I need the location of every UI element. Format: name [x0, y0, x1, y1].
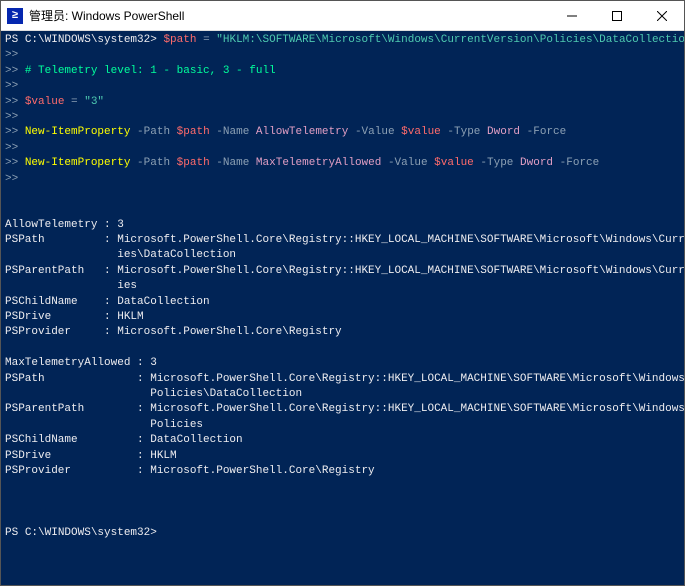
eq: =	[64, 96, 84, 108]
val-path: "HKLM:\SOFTWARE\Microsoft\Windows\Curren…	[216, 34, 684, 46]
param: -Type	[480, 157, 513, 169]
arg: $value	[434, 157, 474, 169]
arg: Dword	[520, 157, 553, 169]
cont-prompt: >>	[5, 49, 18, 61]
param: -Path	[137, 157, 170, 169]
arg: $value	[401, 126, 441, 138]
cont-prompt: >>	[5, 96, 18, 108]
var-value: $value	[25, 96, 65, 108]
minimize-button[interactable]	[549, 1, 594, 30]
output-line: PSParentPath : Microsoft.PowerShell.Core…	[5, 265, 684, 277]
param: -Force	[527, 126, 567, 138]
close-button[interactable]	[639, 1, 684, 30]
output-line: PSDrive : HKLM	[5, 450, 177, 462]
var-path: $path	[163, 34, 196, 46]
param: -Value	[388, 157, 428, 169]
output-line: PSDrive : HKLM	[5, 311, 144, 323]
val-value: "3"	[84, 96, 104, 108]
arg: Dword	[487, 126, 520, 138]
cont-prompt: >>	[5, 111, 18, 123]
cont-prompt: >>	[5, 173, 18, 185]
arg: $path	[177, 157, 210, 169]
powershell-icon	[7, 8, 23, 24]
output-line: PSParentPath : Microsoft.PowerShell.Core…	[5, 403, 684, 415]
prompt-ps: PS	[5, 34, 18, 46]
cont-prompt: >>	[5, 157, 18, 169]
output-line: PSProvider : Microsoft.PowerShell.Core\R…	[5, 465, 375, 477]
window-title: 管理员: Windows PowerShell	[29, 7, 549, 24]
window-controls	[549, 1, 684, 30]
output-line: PSPath : Microsoft.PowerShell.Core\Regis…	[5, 234, 684, 246]
param: -Type	[447, 126, 480, 138]
prompt-path: C:\WINDOWS\system32	[25, 34, 150, 46]
arg: $path	[177, 126, 210, 138]
output-line: PSPath : Microsoft.PowerShell.Core\Regis…	[5, 373, 684, 385]
param: -Value	[355, 126, 395, 138]
arg: MaxTelemetryAllowed	[256, 157, 381, 169]
param: -Name	[216, 126, 249, 138]
output-line: ies	[5, 280, 137, 292]
titlebar[interactable]: 管理员: Windows PowerShell	[1, 1, 684, 31]
cmdlet: New-ItemProperty	[25, 126, 131, 138]
comment: # Telemetry level: 1 - basic, 3 - full	[25, 65, 276, 77]
output-line: Policies\DataCollection	[5, 388, 302, 400]
param: -Name	[216, 157, 249, 169]
arg: AllowTelemetry	[256, 126, 348, 138]
prompt-gt: >	[150, 527, 157, 539]
maximize-button[interactable]	[594, 1, 639, 30]
prompt-ps: PS	[5, 527, 18, 539]
cmdlet: New-ItemProperty	[25, 157, 131, 169]
terminal-body[interactable]: PS C:\WINDOWS\system32> $path = "HKLM:\S…	[1, 31, 684, 585]
prompt-gt: >	[150, 34, 157, 46]
param: -Force	[560, 157, 600, 169]
output-line: PSChildName : DataCollection	[5, 434, 243, 446]
cont-prompt: >>	[5, 80, 18, 92]
cont-prompt: >>	[5, 65, 18, 77]
output-line: PSProvider : Microsoft.PowerShell.Core\R…	[5, 326, 342, 338]
powershell-window: 管理员: Windows PowerShell PS C:\WINDOWS\sy…	[0, 0, 685, 586]
output-line: PSChildName : DataCollection	[5, 296, 210, 308]
output-line: ies\DataCollection	[5, 249, 236, 261]
output-line: MaxTelemetryAllowed : 3	[5, 357, 157, 369]
param: -Path	[137, 126, 170, 138]
eq: =	[196, 34, 216, 46]
cont-prompt: >>	[5, 126, 18, 138]
prompt-path: C:\WINDOWS\system32	[25, 527, 150, 539]
cont-prompt: >>	[5, 142, 18, 154]
output-line: AllowTelemetry : 3	[5, 219, 124, 231]
output-line: Policies	[5, 419, 203, 431]
